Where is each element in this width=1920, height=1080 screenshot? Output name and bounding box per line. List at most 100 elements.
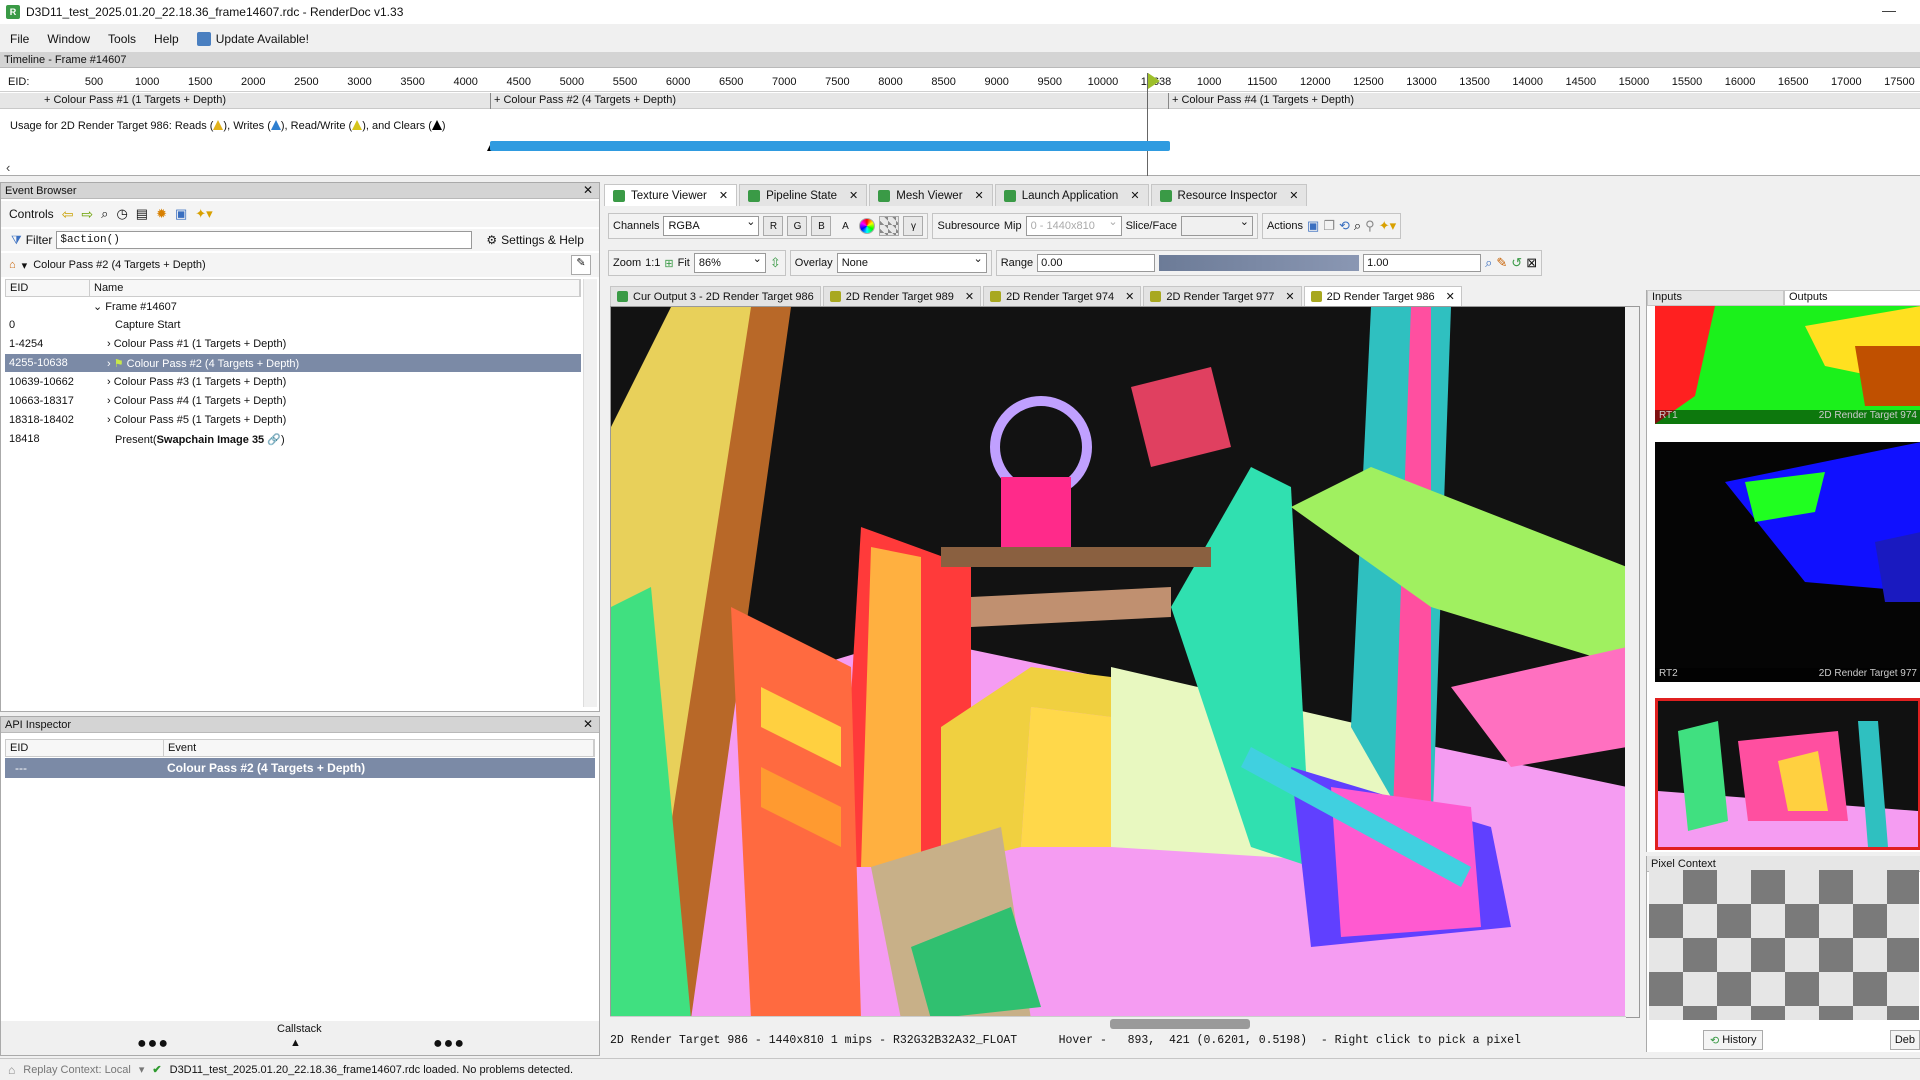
back-arrow-icon[interactable]: ⇦: [62, 206, 74, 223]
copy-icon[interactable]: ❐: [1323, 218, 1335, 234]
timeline-scroll-left-icon[interactable]: ‹: [6, 160, 10, 175]
timeline-pass-row[interactable]: + Colour Pass #1 (1 Targets + Depth) + C…: [0, 93, 1920, 109]
table-row[interactable]: 18318-18402 › Colour Pass #5 (1 Targets …: [5, 411, 581, 429]
link-icon[interactable]: ⚲: [1365, 218, 1375, 234]
menu-file[interactable]: File: [10, 32, 29, 46]
settings-gear-icon[interactable]: ✹: [156, 206, 167, 222]
zoom-1to1-button[interactable]: 1:1: [645, 257, 660, 269]
minimize-icon[interactable]: —: [1882, 2, 1896, 18]
replay-context-label[interactable]: Replay Context: Local: [23, 1064, 131, 1076]
api-table-row[interactable]: --- Colour Pass #2 (4 Targets + Depth): [5, 758, 595, 778]
fit-button[interactable]: Fit: [678, 257, 690, 269]
expand-icon[interactable]: ›: [107, 358, 111, 370]
channels-select[interactable]: RGBA: [663, 215, 760, 236]
debug-button[interactable]: Deb: [1889, 1030, 1920, 1050]
range-min-input[interactable]: 0.00: [1037, 254, 1156, 272]
tab-resource-inspector[interactable]: Resource Inspector ✕: [1150, 184, 1308, 206]
auto-fit-icon[interactable]: ✎: [1496, 255, 1507, 271]
channel-r-toggle[interactable]: R: [763, 216, 784, 236]
close-icon[interactable]: ✕: [849, 189, 858, 202]
breadcrumb-item[interactable]: Colour Pass #2 (4 Targets + Depth): [33, 259, 206, 271]
subtab-rt-989[interactable]: 2D Render Target 989 ✕: [822, 286, 982, 306]
event-browser-close-icon[interactable]: ✕: [583, 183, 593, 197]
menu-help[interactable]: Help: [154, 32, 179, 46]
update-available-button[interactable]: Update Available!: [196, 32, 309, 46]
col-eid[interactable]: EID: [6, 280, 90, 296]
slice-face-select[interactable]: [1180, 215, 1253, 236]
zoom-select[interactable]: 86%: [693, 252, 766, 273]
history-button[interactable]: ⟲ History: [1703, 1030, 1764, 1050]
timeline-pass-2[interactable]: + Colour Pass #2 (4 Targets + Depth): [494, 94, 676, 106]
expand-icon[interactable]: ›: [107, 338, 111, 350]
menu-tools[interactable]: Tools: [108, 32, 136, 46]
callstack-label[interactable]: Callstack: [277, 1023, 322, 1035]
table-row[interactable]: 10663-18317 › Colour Pass #4 (1 Targets …: [5, 392, 581, 410]
subtab-rt-974[interactable]: 2D Render Target 974 ✕: [983, 286, 1142, 306]
timeline-eid-ruler[interactable]: EID: 500 1000 1500 2000 2500 3000 3500 4000 4500…: [0, 72, 1920, 92]
table-row[interactable]: 4255-10638 › ⚑ Colour Pass #2 (4 Targets…: [5, 354, 581, 372]
tab-launch-application[interactable]: Launch Application ✕: [994, 184, 1149, 206]
expand-icon[interactable]: ›: [107, 414, 111, 426]
close-icon[interactable]: ✕: [1289, 189, 1298, 202]
settings-gear-icon[interactable]: ✦▾: [1379, 218, 1396, 234]
tab-pipeline-state[interactable]: Pipeline State ✕: [739, 184, 868, 206]
timeline-pass-1[interactable]: + Colour Pass #1 (1 Targets + Depth): [44, 94, 226, 106]
binoculars-icon[interactable]: ⌕: [1354, 218, 1361, 234]
table-row[interactable]: 0 Capture Start: [5, 316, 581, 334]
close-icon[interactable]: ✕: [1446, 290, 1455, 303]
subtab-rt-977[interactable]: 2D Render Target 977 ✕: [1143, 286, 1302, 306]
close-icon[interactable]: ✕: [965, 290, 974, 303]
checkerboard-icon[interactable]: [879, 216, 900, 236]
table-row[interactable]: 18418 Present(Swapchain Image 35 🔗): [5, 430, 581, 448]
settings-help-button[interactable]: Settings & Help: [501, 233, 584, 247]
replay-context-dropdown-icon[interactable]: ▾: [139, 1063, 145, 1076]
more-dots-icon[interactable]: ●●●: [137, 1035, 169, 1053]
find-icon[interactable]: ⌕: [101, 206, 108, 222]
col-event[interactable]: Event: [164, 740, 594, 756]
subtab-cur-output[interactable]: Cur Output 3 - 2D Render Target 986: [610, 286, 821, 306]
expand-icon[interactable]: ›: [107, 376, 111, 388]
output-thumbnail-rt2[interactable]: RT2 2D Render Target 977: [1655, 442, 1920, 682]
output-thumbnail-rt1[interactable]: RT1 2D Render Target 974: [1655, 306, 1920, 424]
timeline-pass-4[interactable]: + Colour Pass #4 (1 Targets + Depth): [1172, 94, 1354, 106]
channel-b-toggle[interactable]: B: [811, 216, 832, 236]
tab-texture-viewer[interactable]: Texture Viewer ✕: [604, 184, 738, 206]
edit-icon[interactable]: ✎: [571, 255, 591, 275]
stats-icon[interactable]: ▤: [136, 206, 148, 222]
fit-icon[interactable]: ⊞: [664, 257, 673, 270]
table-row[interactable]: 10639-10662 › Colour Pass #3 (1 Targets …: [5, 373, 581, 391]
reset-range-icon[interactable]: ↺: [1511, 255, 1522, 271]
viewport-vertical-scrollbar[interactable]: [1625, 307, 1639, 1017]
current-event-marker[interactable]: [1148, 73, 1160, 89]
histogram-icon[interactable]: ⊠: [1526, 255, 1537, 271]
texture-viewport[interactable]: [610, 306, 1640, 1018]
save-icon[interactable]: ▣: [175, 206, 187, 222]
more-dots-icon[interactable]: ●●●: [433, 1035, 465, 1053]
subtab-rt-986[interactable]: 2D Render Target 986 ✕: [1303, 286, 1462, 306]
expand-icon[interactable]: ›: [107, 395, 111, 407]
tab-inputs[interactable]: Inputs: [1647, 290, 1784, 306]
channel-a-toggle[interactable]: A: [835, 216, 856, 236]
zoom-range-icon[interactable]: ⌕: [1485, 255, 1492, 271]
col-name[interactable]: Name: [90, 280, 580, 296]
color-wheel-icon[interactable]: [859, 218, 876, 234]
gamma-toggle[interactable]: γ: [903, 216, 924, 236]
col-eid[interactable]: EID: [6, 740, 164, 756]
close-icon[interactable]: ✕: [719, 189, 728, 202]
mip-select[interactable]: 0 - 1440x810: [1025, 215, 1122, 236]
scrollbar-thumb[interactable]: [1110, 1019, 1250, 1029]
breadcrumb-dropdown-icon[interactable]: ▾: [22, 259, 28, 272]
close-icon[interactable]: ✕: [1125, 290, 1134, 303]
collapse-icon[interactable]: ⌄: [93, 301, 102, 313]
close-icon[interactable]: ✕: [1130, 189, 1139, 202]
api-inspector-close-icon[interactable]: ✕: [583, 717, 593, 731]
output-thumbnail-selected[interactable]: [1655, 698, 1920, 850]
tab-outputs[interactable]: Outputs: [1784, 290, 1920, 306]
tab-mesh-viewer[interactable]: Mesh Viewer ✕: [869, 184, 993, 206]
range-max-input[interactable]: 1.00: [1363, 254, 1482, 272]
link-icon[interactable]: 🔗: [267, 434, 281, 446]
flip-icon[interactable]: ⇳: [770, 255, 781, 271]
range-slider[interactable]: [1159, 255, 1360, 271]
timer-icon[interactable]: ◷: [116, 206, 127, 222]
forward-arrow-icon[interactable]: ⇨: [81, 206, 93, 223]
